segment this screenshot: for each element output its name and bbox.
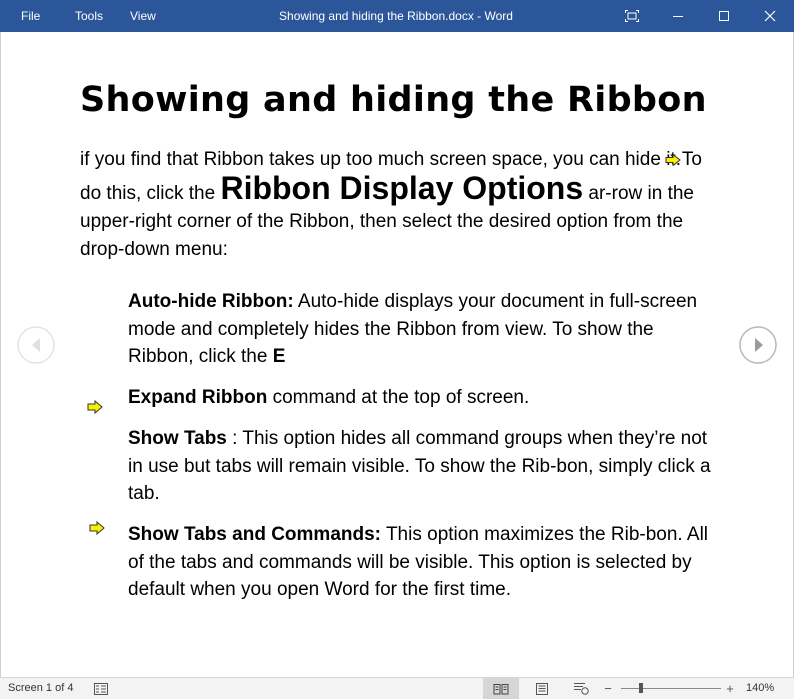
maximize-icon [719, 11, 729, 21]
web-layout-icon [574, 683, 589, 695]
print-layout-icon [536, 682, 548, 695]
list-item: Show Tabs and Commands: This option maxi… [128, 521, 718, 604]
menu-file[interactable]: File [21, 0, 40, 32]
print-layout-button[interactable] [527, 678, 557, 699]
read-mode-icon [493, 683, 509, 694]
document-area[interactable]: Showing and hiding the Ribbon if you fin… [0, 32, 794, 677]
zoom-level[interactable]: 140% [746, 678, 774, 699]
minimize-icon [673, 16, 683, 17]
menu-tools[interactable]: Tools [75, 0, 103, 32]
web-layout-button[interactable] [566, 678, 596, 699]
zoom-slider[interactable] [621, 683, 721, 693]
zoom-in-button[interactable]: + [718, 678, 742, 699]
navigation-pane-button[interactable] [86, 678, 116, 699]
document-heading: Showing and hiding the Ribbon [80, 80, 707, 120]
intro-emphasis: Ribbon Display Options [220, 170, 584, 206]
close-button[interactable] [747, 0, 793, 32]
plus-icon: + [726, 681, 734, 696]
zoom-slider-thumb[interactable] [639, 683, 643, 693]
minus-icon: − [604, 681, 612, 696]
next-screen-button[interactable] [739, 326, 777, 364]
status-bar: Screen 1 of 4 − + 140% [0, 677, 794, 699]
intro-text-1: if you find that Ribbon takes up too muc… [80, 149, 681, 170]
minimize-button[interactable] [655, 0, 701, 32]
item-term: Show Tabs [128, 428, 227, 449]
item-term: Expand Ribbon [128, 387, 268, 408]
item-text: command at the top of screen. [267, 387, 530, 408]
zoom-out-button[interactable]: − [596, 678, 620, 699]
close-icon [764, 10, 776, 22]
document-stats-icon [94, 682, 108, 695]
page-indicator: Screen 1 of 4 [8, 682, 74, 694]
comment-arrow-icon[interactable] [87, 400, 103, 414]
list-item: Show Tabs : This option hides all comman… [128, 425, 718, 508]
maximize-button[interactable] [701, 0, 747, 32]
menu-view[interactable]: View [130, 0, 156, 32]
list-item: Expand Ribbon command at the top of scre… [128, 384, 718, 412]
comment-arrow-icon[interactable] [89, 521, 105, 535]
item-tail: E [272, 346, 286, 367]
read-mode-fullscreen-button[interactable] [609, 0, 655, 32]
read-mode-button[interactable] [483, 678, 519, 699]
fullscreen-icon [625, 10, 639, 22]
item-term: Show Tabs and Commands: [128, 524, 382, 545]
title-bar: File Tools View Showing and hiding the R… [0, 0, 794, 32]
list-item: Auto-hide Ribbon: Auto-hide displays you… [128, 288, 718, 371]
window-title: Showing and hiding the Ribbon.docx - Wor… [279, 9, 513, 23]
intro-paragraph: if you find that Ribbon takes up too muc… [80, 146, 720, 264]
previous-screen-button[interactable] [17, 326, 55, 364]
item-term: Auto-hide Ribbon: [128, 291, 294, 312]
